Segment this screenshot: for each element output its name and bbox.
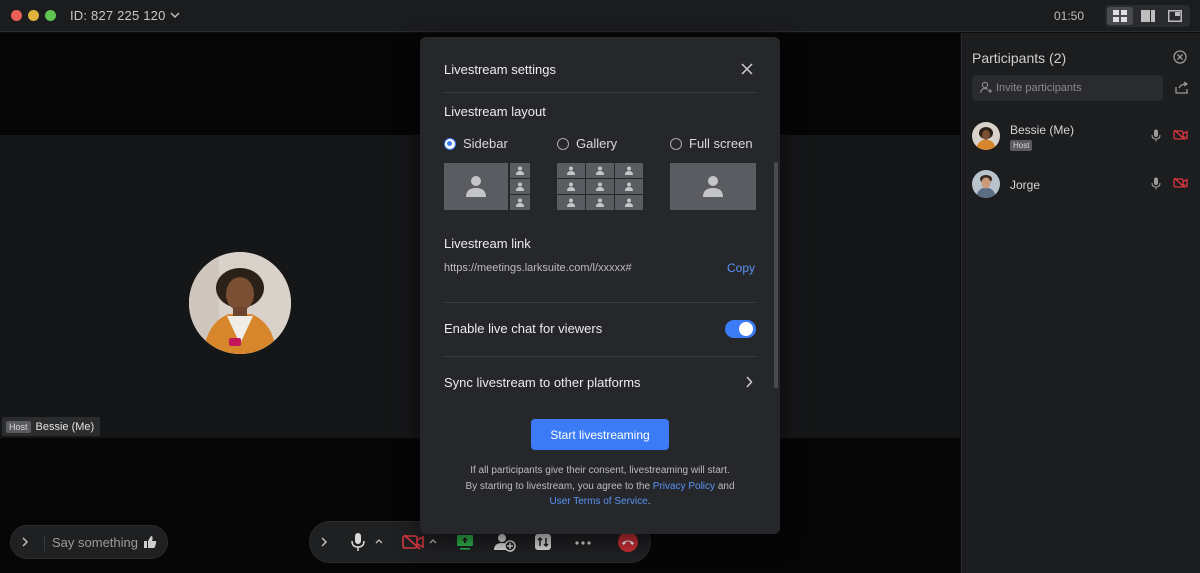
participant-row[interactable]: Jorge: [972, 170, 1192, 200]
participants-panel: Participants (2) Invite participants Bes…: [961, 33, 1200, 573]
chevron-up-icon[interactable]: [429, 538, 437, 544]
camera-off-icon[interactable]: [1173, 129, 1188, 141]
consent-period: .: [647, 496, 651, 507]
more-options-icon[interactable]: [575, 541, 591, 545]
title-bar: ID: 827 225 120 01:50: [0, 0, 1200, 32]
dialog-title: Livestream settings: [444, 62, 556, 77]
radio-unselected[interactable]: [670, 137, 682, 150]
layout-option-fullscreen[interactable]: Full screen: [670, 136, 753, 151]
sidebar-layout-icon: [1141, 10, 1155, 22]
microphone-icon[interactable]: [1151, 177, 1161, 190]
fullscreen-layout-preview[interactable]: [670, 163, 756, 210]
share-screen-icon[interactable]: [456, 533, 474, 551]
host-badge: Host: [6, 420, 31, 433]
meeting-id[interactable]: ID: 827 225 120: [70, 8, 166, 23]
person-icon: [466, 176, 486, 197]
invite-participants-input[interactable]: Invite participants: [972, 75, 1163, 101]
gallery-layout-preview[interactable]: [557, 163, 643, 210]
person-icon: [703, 176, 723, 197]
consent-prefix: By starting to livestream, you agree to …: [465, 481, 651, 492]
livestream-settings-dialog: Livestream settings Livestream layout Si…: [420, 37, 780, 534]
layout-option-label: Full screen: [689, 136, 753, 151]
picture-in-picture-button[interactable]: [1162, 7, 1188, 25]
chevron-right-icon[interactable]: [21, 537, 29, 547]
layout-option-gallery[interactable]: Gallery: [557, 136, 617, 151]
start-livestreaming-button[interactable]: Start livestreaming: [531, 419, 669, 450]
radio-selected[interactable]: [444, 137, 456, 150]
pip-icon: [1168, 10, 1182, 22]
chat-input-pill[interactable]: Say something: [10, 525, 168, 559]
maximize-window-button[interactable]: [45, 10, 56, 21]
microphone-icon[interactable]: [1151, 129, 1161, 142]
participants-title: Participants (2): [972, 50, 1067, 66]
radio-unselected[interactable]: [557, 137, 569, 150]
consent-text-line-1: If all participants give their consent, …: [470, 465, 730, 476]
host-badge: Host: [1010, 140, 1033, 151]
add-person-icon: [980, 81, 992, 94]
sync-platforms-row[interactable]: Sync livestream to other platforms: [444, 375, 641, 390]
copy-link-button[interactable]: Copy: [727, 261, 755, 275]
thumbs-up-icon[interactable]: [143, 535, 157, 549]
speaker-avatar: [189, 252, 291, 354]
layout-option-sidebar[interactable]: Sidebar: [444, 136, 508, 151]
live-chat-toggle[interactable]: [725, 320, 756, 338]
minimize-window-button[interactable]: [28, 10, 39, 21]
chevron-right-icon[interactable]: [320, 537, 328, 547]
consent-text-line-3: User Terms of Service.: [420, 496, 780, 507]
scrollbar[interactable]: [774, 162, 778, 388]
camera-off-icon[interactable]: [402, 534, 424, 550]
close-icon[interactable]: [741, 63, 753, 75]
chevron-up-icon[interactable]: [375, 538, 383, 544]
link-heading: Livestream link: [444, 236, 531, 251]
live-chat-label: Enable live chat for viewers: [444, 321, 603, 336]
divider: [444, 92, 756, 93]
microphone-icon[interactable]: [350, 532, 366, 552]
view-switcher: [1105, 5, 1190, 27]
divider: [44, 535, 45, 551]
speaker-name: Bessie (Me): [35, 420, 95, 433]
close-circle-icon[interactable]: [1173, 50, 1187, 64]
gallery-view-button[interactable]: [1107, 7, 1133, 25]
privacy-policy-link[interactable]: Privacy Policy: [653, 481, 715, 492]
avatar: [972, 122, 1000, 150]
share-icon[interactable]: [1175, 81, 1189, 94]
chevron-down-icon[interactable]: [170, 11, 180, 19]
terms-of-service-link[interactable]: User Terms of Service: [550, 496, 648, 507]
divider: [444, 302, 756, 303]
layout-option-label: Sidebar: [463, 136, 508, 151]
add-participant-icon[interactable]: [494, 532, 516, 552]
grid-icon: [1113, 10, 1127, 22]
consent-and: and: [717, 481, 735, 492]
participant-name: Jorge: [1010, 178, 1041, 192]
participant-name: Bessie (Me): [1010, 123, 1075, 137]
livestream-icon[interactable]: [534, 533, 552, 551]
layout-heading: Livestream layout: [444, 104, 546, 119]
chevron-right-icon[interactable]: [745, 376, 753, 388]
divider: [444, 356, 756, 357]
sidebar-view-button[interactable]: [1135, 7, 1161, 25]
layout-option-label: Gallery: [576, 136, 618, 151]
livestream-url: https://meetings.larksuite.com/l/xxxxx#: [444, 262, 632, 274]
camera-off-icon[interactable]: [1173, 177, 1188, 189]
meeting-timer: 01:50: [1054, 9, 1085, 23]
chat-input[interactable]: Say something: [52, 535, 138, 550]
participant-row[interactable]: Bessie (Me) Host: [972, 122, 1192, 152]
sidebar-layout-preview[interactable]: [444, 163, 530, 210]
speaker-name-tag: Host Bessie (Me): [2, 417, 101, 436]
avatar: [972, 170, 1000, 198]
invite-placeholder: Invite participants: [996, 82, 1082, 94]
leave-meeting-icon[interactable]: [618, 532, 638, 552]
consent-text-line-2: By starting to livestream, you agree to …: [420, 481, 780, 492]
close-window-button[interactable]: [11, 10, 22, 21]
